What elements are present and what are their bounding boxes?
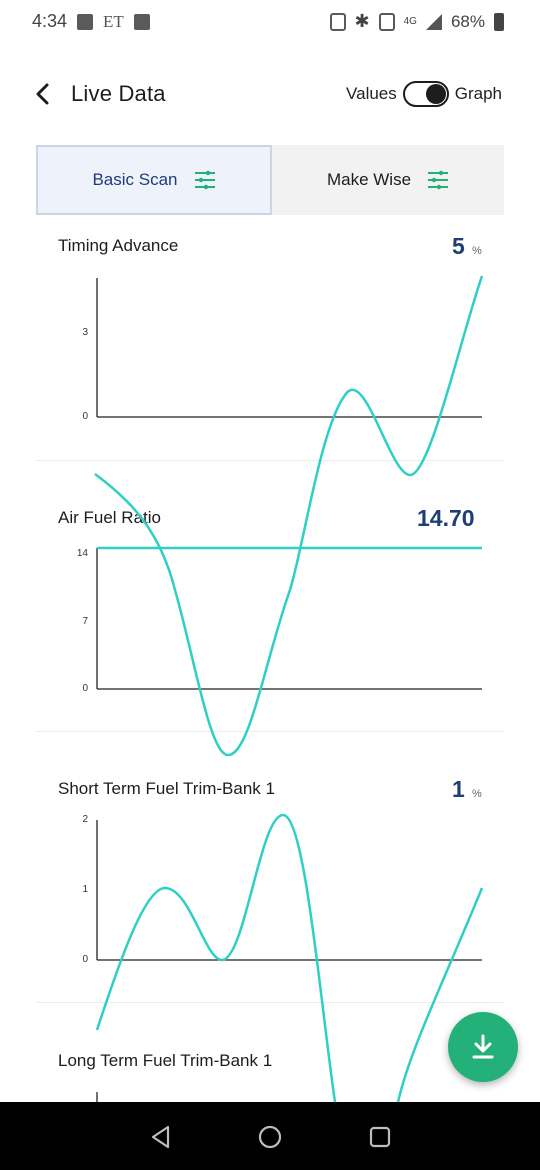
series-line-short-term-fuel-trim [95, 813, 337, 1103]
triangle-back-icon [151, 1125, 170, 1149]
download-icon [472, 1034, 494, 1059]
system-nav-bar [0, 1102, 540, 1170]
circle-home-icon [258, 1125, 282, 1149]
square-recents-icon [369, 1126, 391, 1148]
nav-back-button[interactable] [148, 1124, 174, 1150]
series-line-timing-advance [94, 275, 484, 757]
nav-recents-button[interactable] [367, 1124, 393, 1150]
download-button[interactable] [448, 1012, 518, 1082]
nav-home-button[interactable] [257, 1124, 283, 1150]
live-data-charts [94, 275, 484, 1103]
